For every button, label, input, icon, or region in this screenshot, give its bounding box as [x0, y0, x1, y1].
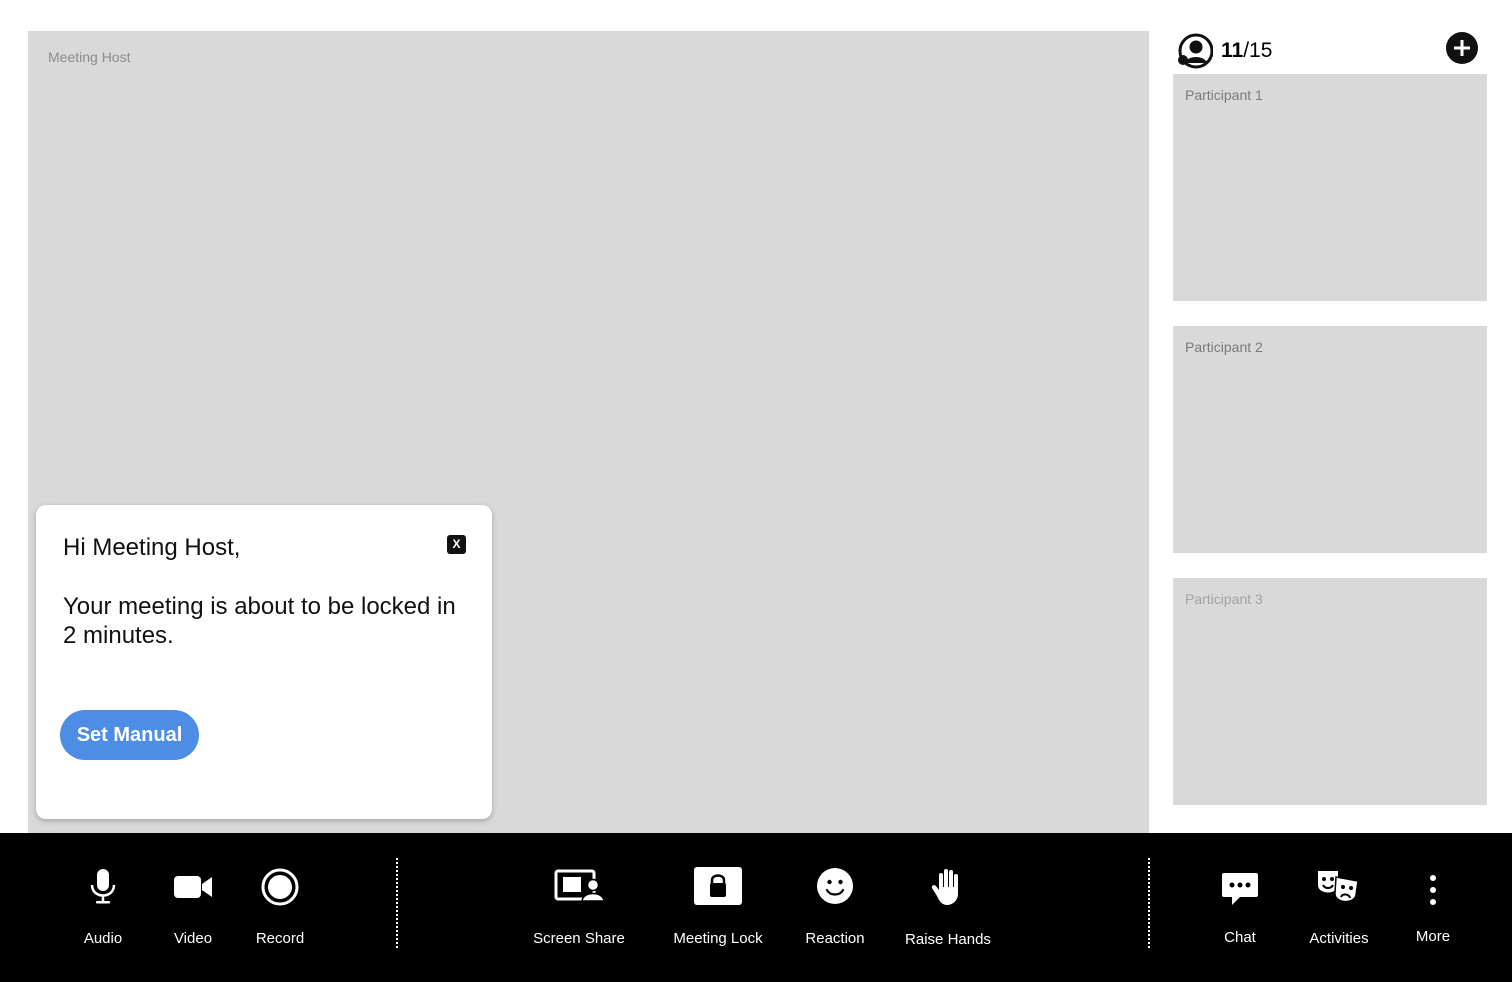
- screen-share-button[interactable]: Screen Share: [524, 833, 634, 982]
- record-button[interactable]: Record: [225, 833, 335, 982]
- chat-label: Chat: [1224, 929, 1256, 946]
- participant-tile-1: Participant 1: [1173, 74, 1487, 301]
- participants-header: 11/15: [1175, 30, 1487, 70]
- vertical-dots-icon: [1378, 867, 1488, 907]
- hand-icon: [893, 867, 1003, 907]
- more-label: More: [1415, 928, 1451, 945]
- notification-greeting: Hi Meeting Host,: [63, 534, 241, 561]
- set-manual-button[interactable]: Set Manual: [60, 710, 199, 760]
- meeting-lock-button[interactable]: Meeting Lock: [663, 833, 773, 982]
- lock-icon: [663, 867, 773, 907]
- toolbar-divider: [396, 858, 398, 948]
- raise-hands-button[interactable]: Raise Hands: [893, 833, 1003, 982]
- chat-button[interactable]: Chat: [1185, 833, 1295, 982]
- record-icon: [225, 867, 335, 907]
- meeting-screen: Meeting Host 11/15 Participant 1 Partici…: [0, 0, 1512, 982]
- participant-tile-3: Participant 3: [1173, 578, 1487, 805]
- screen-share-label: Screen Share: [533, 930, 625, 947]
- close-button[interactable]: X: [447, 535, 466, 554]
- participant-count-current: 11: [1221, 39, 1244, 62]
- meeting-lock-label: Meeting Lock: [673, 930, 763, 947]
- participant-count: 11/15: [1221, 39, 1272, 63]
- add-participant-button[interactable]: [1446, 32, 1478, 64]
- meeting-lock-notification: Hi Meeting Host, X Your meeting is about…: [36, 505, 492, 819]
- notification-message: Your meeting is about to be locked in 2 …: [63, 593, 456, 649]
- participant-tile-2: Participant 2: [1173, 326, 1487, 553]
- meeting-toolbar: Audio Video Record Screen Share Meeting …: [0, 833, 1512, 982]
- host-name-label: Meeting Host: [48, 49, 131, 65]
- participant-count-total: /15: [1243, 39, 1273, 62]
- participant-name-label: Participant 2: [1185, 339, 1263, 355]
- chat-bubble-icon: [1185, 867, 1295, 907]
- record-label: Record: [255, 930, 305, 947]
- raise-hands-label: Raise Hands: [905, 931, 991, 948]
- plus-icon: [1454, 40, 1470, 56]
- screen-share-icon: [524, 867, 634, 907]
- reaction-button[interactable]: Reaction: [780, 833, 890, 982]
- participants-icon[interactable]: [1177, 33, 1214, 69]
- toolbar-divider: [1148, 858, 1150, 948]
- participant-name-label: Participant 1: [1185, 87, 1263, 103]
- smiley-icon: [780, 867, 890, 907]
- more-button[interactable]: More: [1378, 833, 1488, 982]
- reaction-label: Reaction: [805, 930, 865, 947]
- participant-name-label: Participant 3: [1185, 591, 1263, 607]
